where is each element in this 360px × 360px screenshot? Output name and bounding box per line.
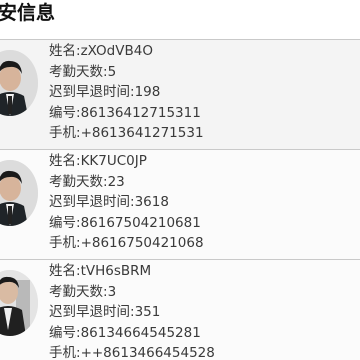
late-field: 迟到早退时间:3618 [49,194,169,210]
attendance-field: 考勤天数:3 [49,283,117,300]
phone-field: 手机:+8613641271531 [49,125,204,141]
attendance-field: 考勤天数:23 [49,173,125,190]
attendance-field: 考勤天数:5 [49,63,117,80]
id-field: 编号:86136412715311 [49,104,201,121]
record-fields: 姓名:KK7UC0JP 考勤天数:23 迟到早退时间:3618 编号:86167… [49,151,204,254]
page-title: 安信息 [0,2,56,24]
id-field: 编号:86167504210681 [49,214,201,231]
phone-field: 手机:++8613466454528 [49,345,215,360]
employee-info-page: 安信息 姓名:zXOdVB4O 考勤天数:5 迟到早退时间:198 编号:861… [0,0,360,360]
late-field: 迟到早退时间:351 [49,304,161,320]
list-item[interactable]: 姓名:KK7UC0JP 考勤天数:23 迟到早退时间:3618 编号:86167… [0,149,360,259]
record-fields: 姓名:zXOdVB4O 考勤天数:5 迟到早退时间:198 编号:8613641… [49,41,204,144]
name-field: 姓名:zXOdVB4O [49,43,153,59]
name-field: 姓名:KK7UC0JP [49,153,147,169]
id-field: 编号:86134664545281 [49,324,201,341]
record-fields: 姓名:tVH6sBRM 考勤天数:3 迟到早退时间:351 编号:8613466… [49,261,215,360]
list-item[interactable]: 姓名:zXOdVB4O 考勤天数:5 迟到早退时间:198 编号:8613641… [0,39,360,149]
avatar [0,50,38,116]
avatar [0,270,38,336]
phone-field: 手机:+8616750421068 [49,235,204,251]
avatar [0,160,38,226]
employee-list[interactable]: 姓名:zXOdVB4O 考勤天数:5 迟到早退时间:198 编号:8613641… [0,39,360,360]
list-item[interactable]: 姓名:tVH6sBRM 考勤天数:3 迟到早退时间:351 编号:8613466… [0,259,360,360]
late-field: 迟到早退时间:198 [49,84,161,100]
name-field: 姓名:tVH6sBRM [49,263,152,279]
